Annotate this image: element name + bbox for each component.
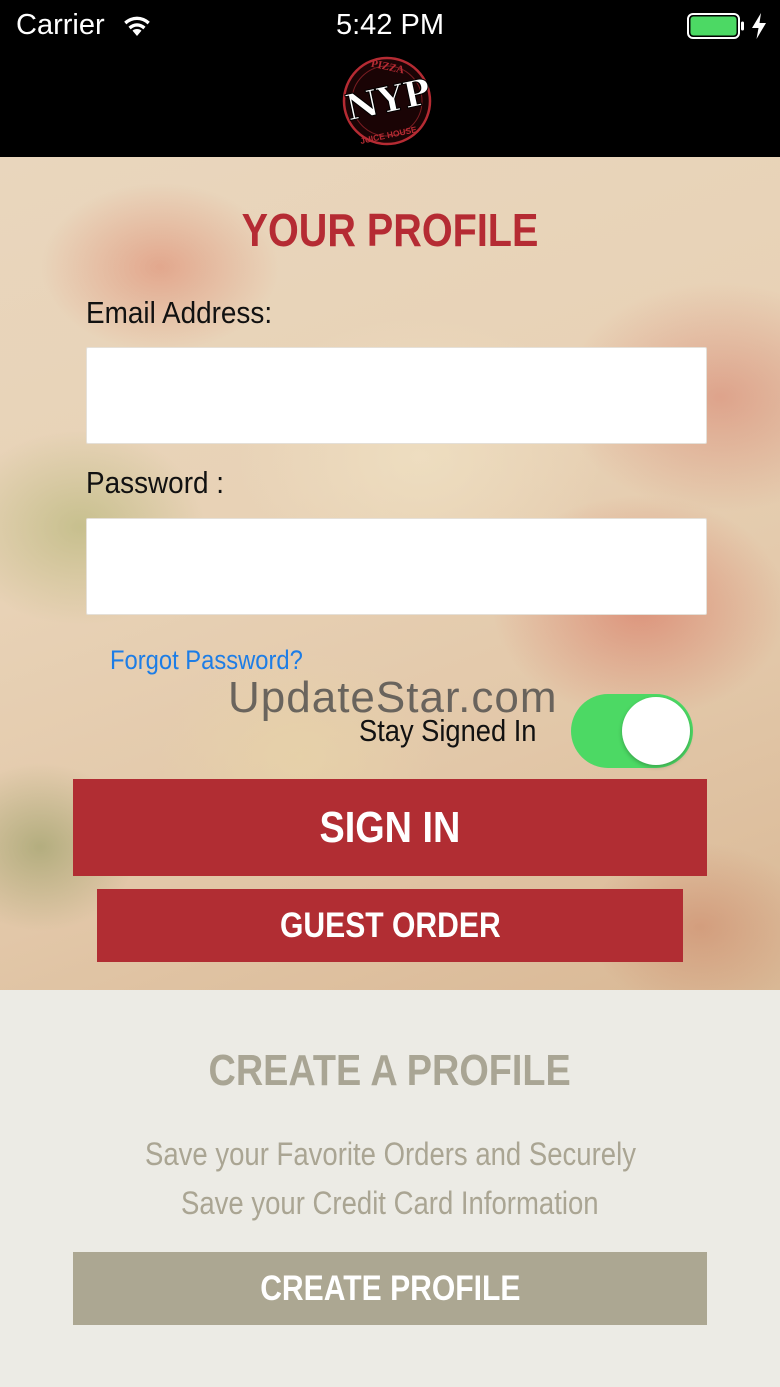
create-profile-description-line2-text: Save your Credit Card Information <box>181 1185 599 1221</box>
toggle-knob <box>622 697 690 765</box>
create-profile-button[interactable]: CREATE PROFILE <box>73 1252 707 1325</box>
create-profile-description-line1-text: Save your Favorite Orders and Securely <box>144 1136 636 1172</box>
password-label: Password : <box>86 465 225 500</box>
charging-bolt-icon <box>752 13 766 39</box>
create-profile-description-line1: Save your Favorite Orders and Securely <box>0 1136 780 1173</box>
top-bar: Carrier 5:42 PM PIZZA NYP JUICE HOUSE <box>0 0 780 157</box>
create-profile-button-label: CREATE PROFILE <box>259 1268 521 1308</box>
create-profile-title: CREATE A PROFILE <box>0 1046 780 1096</box>
sign-in-panel: YOUR PROFILE Email Address: Password : F… <box>0 157 780 990</box>
guest-order-button[interactable]: GUEST ORDER <box>97 889 683 962</box>
sign-in-button[interactable]: SIGN IN <box>73 779 707 876</box>
email-label: Email Address: <box>86 295 273 330</box>
page-title: YOUR PROFILE <box>241 204 539 256</box>
nyp-logo: PIZZA NYP JUICE HOUSE <box>341 56 435 146</box>
create-profile-description-line2: Save your Credit Card Information <box>0 1185 780 1222</box>
forgot-password-link[interactable]: Forgot Password? <box>110 645 303 676</box>
stay-signed-in-label: Stay Signed In <box>359 713 537 748</box>
create-profile-panel: CREATE A PROFILE Save your Favorite Orde… <box>0 990 780 1387</box>
status-bar: Carrier 5:42 PM <box>0 0 780 54</box>
battery-icon <box>687 13 744 39</box>
password-field[interactable] <box>86 518 707 615</box>
email-field[interactable] <box>86 347 707 444</box>
sign-in-button-label: SIGN IN <box>319 802 461 852</box>
guest-order-button-label: GUEST ORDER <box>279 905 501 945</box>
create-profile-title-text: CREATE A PROFILE <box>208 1046 572 1095</box>
clock: 5:42 PM <box>336 9 444 41</box>
stay-signed-in-toggle[interactable] <box>571 694 693 768</box>
